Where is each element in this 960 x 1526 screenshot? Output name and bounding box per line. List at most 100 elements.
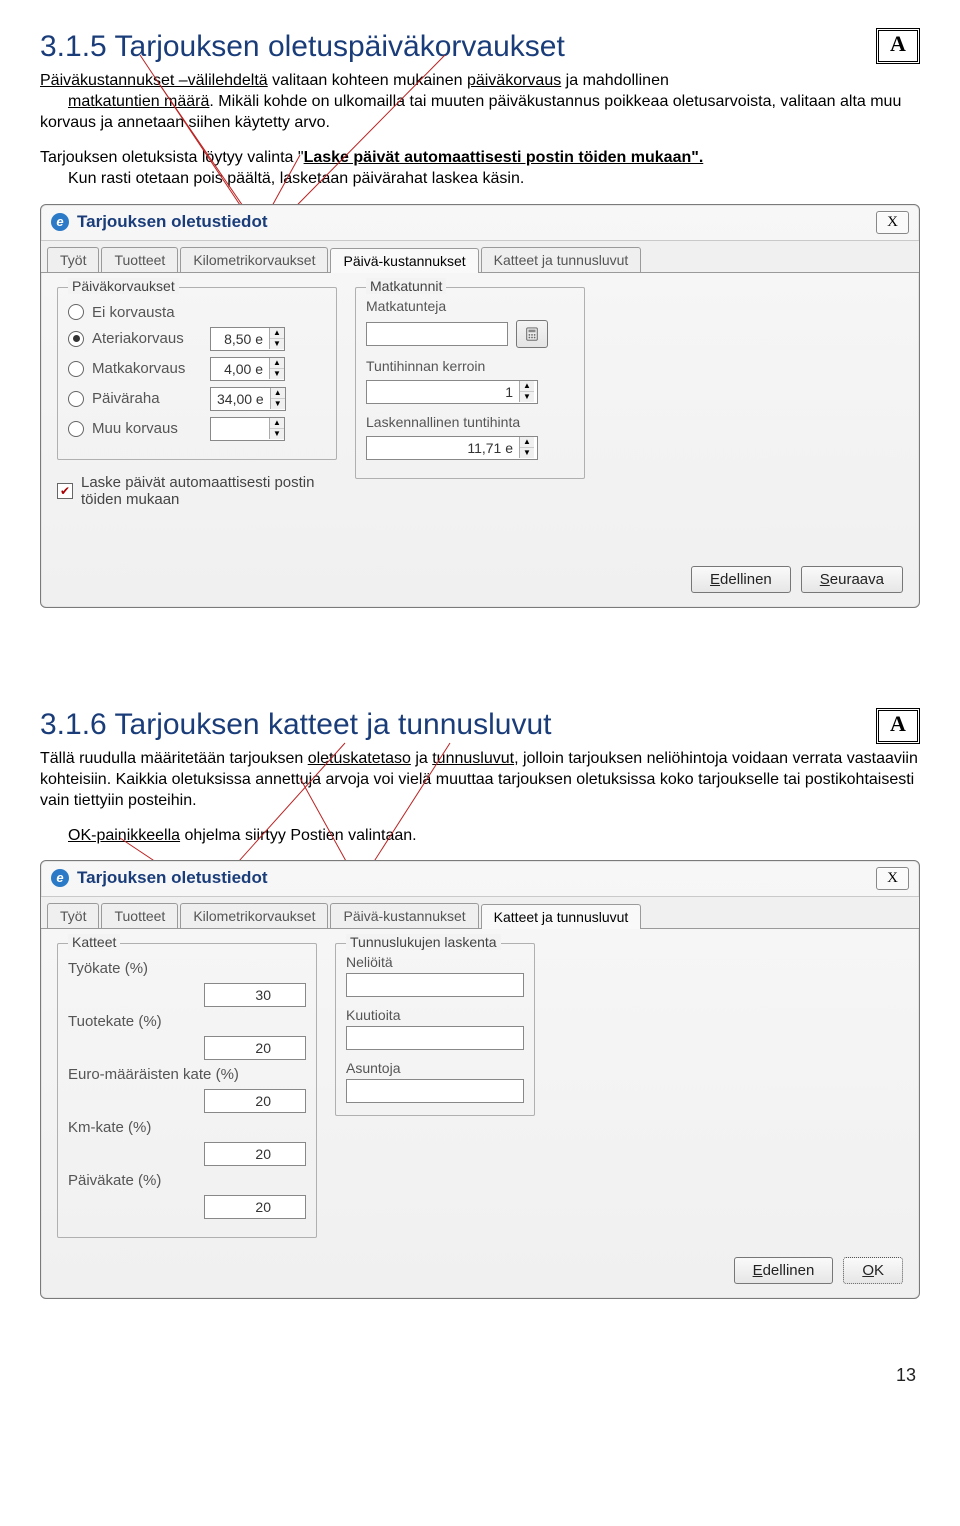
radio-row-muu[interactable]: Muu korvaus ▲▼ [68,417,326,441]
txt: ohjelma siirtyy Postien valintaan. [180,827,417,844]
radio-label: Päiväraha [92,390,202,407]
tab-tyot[interactable]: Työt [47,903,99,928]
tab-tuotteet[interactable]: Tuotteet [101,247,178,272]
kerroin-spinner[interactable]: 1▲▼ [366,380,538,404]
spin-up-icon[interactable]: ▲ [270,418,284,429]
value-spinner[interactable]: 34,00 e▲▼ [210,387,286,411]
txt: euraava [830,571,884,588]
group-katteet: Katteet Työkate (%) 30 Tuotekate (%) 20 … [57,943,317,1238]
radio-row-paivaraha[interactable]: Päiväraha 34,00 e▲▼ [68,387,326,411]
legend: Matkatunnit [366,278,446,294]
txt: matkatuntien määrä [68,93,209,110]
tab-tyot[interactable]: Työt [47,247,99,272]
legend: Tunnuslukujen laskenta [346,934,501,950]
calculator-button[interactable] [516,320,548,348]
dialog-body: Katteet Työkate (%) 30 Tuotekate (%) 20 … [41,929,919,1298]
value: 1 [367,384,519,400]
section-316: A 3.1.6 Tarjouksen katteet ja tunnusluvu… [0,668,960,1359]
tab-katteet[interactable]: Katteet ja tunnusluvut [481,904,642,929]
spin-up-icon[interactable]: ▲ [270,328,284,339]
para-315-2: Tarjouksen oletuksista löytyy valinta "L… [40,147,920,189]
field-label: Päiväkate (%) [68,1172,248,1189]
checkbox-icon[interactable] [57,483,73,499]
lask-tuntihinta-spinner[interactable]: 11,71 e▲▼ [366,436,538,460]
value: 30 [205,987,277,1003]
kmkate-input[interactable]: 20 [204,1142,306,1166]
spin-down-icon[interactable]: ▼ [270,429,284,439]
para-316-2: OK-painikkeella ohjelma siirtyy Postien … [68,825,920,846]
txt: Päiväkustannukset –välilehdeltä [40,72,268,89]
para-315-1: Päiväkustannukset –välilehdeltä valitaan… [40,70,920,133]
radio-icon[interactable] [68,391,84,407]
page-number: 13 [0,1359,960,1406]
eurokate-input[interactable]: 20 [204,1089,306,1113]
spin-down-icon[interactable]: ▼ [520,392,534,402]
value-spinner[interactable]: 4,00 e▲▼ [210,357,285,381]
spin-up-icon[interactable]: ▲ [270,358,284,369]
group-matkatunnit: Matkatunnit Matkatunteja Tuntihinnan ker… [355,287,585,479]
txt: Tällä ruudulla määritetään tarjouksen [40,750,308,767]
section-315: A 3.1.5 Tarjouksen oletuspäiväkorvaukset… [0,0,960,668]
txt: päiväkorvaus [467,72,561,89]
asuntoja-input[interactable] [346,1079,524,1103]
value-spinner[interactable]: 8,50 e▲▼ [210,327,285,351]
checkbox-label: Laske päivät automaattisesti postin töid… [81,474,337,508]
txt: E [753,1262,763,1279]
a-badge-1: A [876,28,920,64]
tab-katteet[interactable]: Katteet ja tunnusluvut [481,247,642,272]
spin-down-icon[interactable]: ▼ [270,369,284,379]
dialog-oletustiedot-1: e Tarjouksen oletustiedot X Työt Tuottee… [40,204,920,608]
titlebar: e Tarjouksen oletustiedot X [41,205,919,241]
radio-icon[interactable] [68,304,84,320]
txt: dellinen [720,571,772,588]
legend: Katteet [68,934,120,950]
radio-row-ei[interactable]: Ei korvausta [68,304,326,321]
radio-row-ateria[interactable]: Ateriakorvaus 8,50 e▲▼ [68,327,326,351]
tuotekate-input[interactable]: 20 [204,1036,306,1060]
heading-text: Tarjouksen oletuspäiväkorvaukset [115,30,565,63]
ok-button[interactable]: OK [843,1257,903,1284]
prev-button[interactable]: Edellinen [691,566,791,593]
txt: K [874,1262,884,1279]
spin-up-icon[interactable]: ▲ [520,381,534,392]
radio-label: Matkakorvaus [92,360,202,377]
kuutioita-input[interactable] [346,1026,524,1050]
tab-paivakust[interactable]: Päivä-kustannukset [330,903,478,928]
close-button[interactable]: X [876,867,909,890]
spin-up-icon[interactable]: ▲ [520,437,534,448]
spin-up-icon[interactable]: ▲ [271,388,285,399]
tab-tuotteet[interactable]: Tuotteet [101,903,178,928]
spin-down-icon[interactable]: ▼ [271,399,285,409]
close-button[interactable]: X [876,211,909,234]
tyokate-input[interactable]: 30 [204,983,306,1007]
value: 20 [205,1093,277,1109]
app-icon: e [51,869,69,887]
tab-paivakust[interactable]: Päivä-kustannukset [330,248,478,273]
heading-315: 3.1.5 Tarjouksen oletuspäiväkorvaukset [40,30,920,64]
field-label: Tuntihinnan kerroin [366,358,574,374]
tab-kilometri[interactable]: Kilometrikorvaukset [180,247,328,272]
radio-icon[interactable] [68,331,84,347]
radio-row-matka[interactable]: Matkakorvaus 4,00 e▲▼ [68,357,326,381]
matkatunteja-input[interactable] [366,322,508,346]
radio-label: Muu korvaus [92,420,202,437]
group-paivakorvaukset: Päiväkorvaukset Ei korvausta Ateriakorva… [57,287,337,460]
field-label: Km-kate (%) [68,1119,248,1136]
heading-text: Tarjouksen katteet ja tunnusluvut [115,708,552,741]
value-spinner[interactable]: ▲▼ [210,417,285,441]
heading-num: 3.1.6 [40,708,107,741]
tab-kilometri[interactable]: Kilometrikorvaukset [180,903,328,928]
field-label: Tuotekate (%) [68,1013,248,1030]
radio-icon[interactable] [68,421,84,437]
paivakate-input[interactable]: 20 [204,1195,306,1219]
nelioita-input[interactable] [346,973,524,997]
auto-check-row[interactable]: Laske päivät automaattisesti postin töid… [57,474,337,508]
spin-down-icon[interactable]: ▼ [270,339,284,349]
value: 34,00 e [211,391,270,407]
group-tunnusluvut: Tunnuslukujen laskenta Neliöitä Kuutioit… [335,943,535,1116]
dialog-title: Tarjouksen oletustiedot [77,868,268,888]
prev-button[interactable]: Edellinen [734,1257,834,1284]
radio-icon[interactable] [68,361,84,377]
next-button[interactable]: Seuraava [801,566,903,593]
spin-down-icon[interactable]: ▼ [520,448,534,458]
